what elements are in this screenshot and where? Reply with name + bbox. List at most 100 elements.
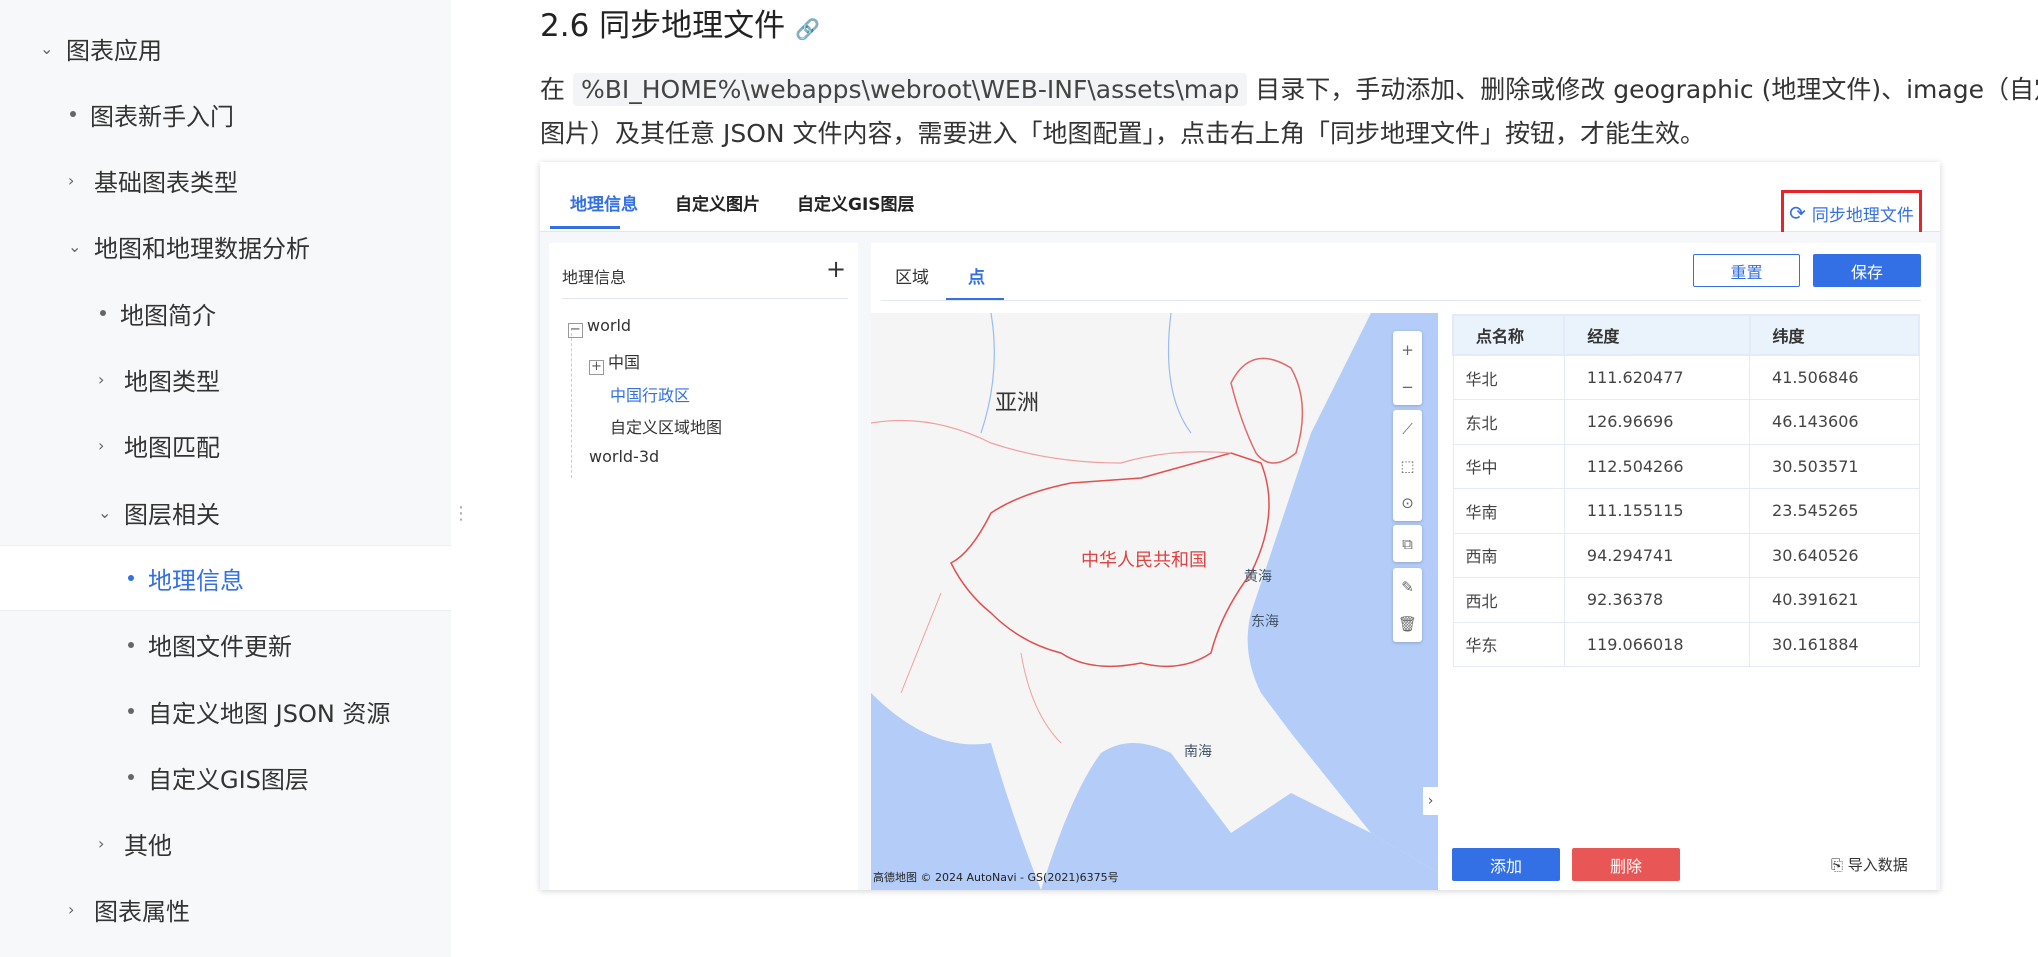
sidebar-item[interactable]: ⌄ 图表应用 <box>0 15 451 81</box>
zoom-in-icon[interactable]: + <box>1401 331 1414 368</box>
sidebar-item-label: 地图类型 <box>124 368 220 396</box>
sidebar-item[interactable]: 地图简介 <box>0 280 451 346</box>
sidebar-item[interactable]: 自定义GIS图层 <box>0 744 451 810</box>
table-row[interactable]: 华南 111.155115 23.545265 <box>1452 488 1920 534</box>
tree-node-china[interactable]: + 中国 <box>589 349 640 375</box>
table-cell[interactable]: 华中 <box>1452 443 1565 489</box>
table-cell[interactable]: 40.391621 <box>1749 577 1920 623</box>
tab-geo-info[interactable]: 地理信息 <box>570 190 638 215</box>
tree-node-world-3d[interactable]: world-3d <box>589 447 659 466</box>
sidebar-item-label: 地图匹配 <box>124 434 220 463</box>
sidebar-item[interactable]: › 地图匹配 <box>0 413 451 479</box>
map-view[interactable]: 亚洲 中华人民共和国 黄海 东海 南海 + − ⟋ ⬚ ⊙ ⧉ ✎ 🗑 › 高德地图 ©… <box>871 313 1438 890</box>
table-cell[interactable]: 30.161884 <box>1749 621 1920 667</box>
sidebar-item[interactable]: › 地图类型 <box>0 347 451 413</box>
copy-icon[interactable]: ⧉ <box>1402 525 1413 562</box>
sidebar-item-label: 自定义地图 JSON 资源 <box>148 699 391 728</box>
link-icon[interactable]: 🔗 <box>795 17 820 41</box>
edit-icon[interactable]: ✎ <box>1401 568 1414 605</box>
sync-geo-files-button[interactable]: ⟳ 同步地理文件 <box>1781 190 1922 236</box>
add-button[interactable]: 添加 <box>1452 848 1560 881</box>
sidebar-item[interactable]: ⌄ 图层相关 <box>0 479 451 545</box>
import-data-button[interactable]: ⎘ 导入数据 <box>1831 854 1908 875</box>
point-editor-panel: 区域 点 重置 保存 亚洲 中华人民共和国 黄海 东海 南海 + − ⟋ ⬚ ⊙… <box>871 243 1936 890</box>
sidebar-item[interactable]: › 基础图表类型 <box>0 148 451 214</box>
sidebar-item-label: 地理信息 <box>148 566 244 595</box>
delete-button[interactable]: 删除 <box>1572 848 1680 881</box>
table-cell[interactable]: 华南 <box>1452 488 1565 534</box>
draw-rect-icon[interactable]: ⬚ <box>1400 447 1414 484</box>
sidebar-item[interactable]: 自定义地图 JSON 资源 <box>0 678 451 744</box>
table-cell[interactable]: 94.294741 <box>1563 532 1751 578</box>
table-row[interactable]: 华中 112.504266 30.503571 <box>1452 443 1920 489</box>
table-cell[interactable]: 112.504266 <box>1563 443 1751 489</box>
table-cell[interactable]: 23.545265 <box>1749 488 1920 534</box>
tab-indicator <box>550 226 620 229</box>
table-cell[interactable]: 119.066018 <box>1563 621 1751 667</box>
table-row[interactable]: 东北 126.96696 46.143606 <box>1452 399 1920 445</box>
table-cell[interactable]: 111.155115 <box>1563 488 1751 534</box>
chevron-right-icon: › <box>98 436 105 456</box>
table-cell[interactable]: 111.620477 <box>1563 354 1751 400</box>
reset-button[interactable]: 重置 <box>1693 254 1800 287</box>
chevron-down-icon: ⌄ <box>98 502 112 522</box>
bullet-icon <box>128 774 134 781</box>
collapse-panel-icon[interactable]: › <box>1423 787 1438 815</box>
divider <box>881 300 1921 301</box>
column-header: 纬度 <box>1748 314 1921 356</box>
chevron-right-icon: › <box>68 900 75 920</box>
collapse-icon[interactable]: − <box>568 323 583 338</box>
table-cell[interactable]: 46.143606 <box>1749 399 1920 445</box>
refresh-icon: ⟳ <box>1789 201 1806 225</box>
tab-custom-gis[interactable]: 自定义GIS图层 <box>797 190 915 215</box>
add-icon[interactable]: + <box>826 255 846 283</box>
table-row[interactable]: 西北 92.36378 40.391621 <box>1452 577 1920 623</box>
sidebar-item-label: 地图文件更新 <box>148 633 292 662</box>
paragraph-line-1: 在 %BI_HOME%\webapps\webroot\WEB-INF\asse… <box>540 73 2038 106</box>
sidebar-item[interactable]: › 其他 <box>0 811 451 877</box>
expand-icon[interactable]: + <box>589 360 604 375</box>
table-cell[interactable]: 41.506846 <box>1749 354 1920 400</box>
table-row[interactable]: 西南 94.294741 30.640526 <box>1452 532 1920 578</box>
geo-info-panel: 地理信息 + − world + 中国 中国行政区 自定义区域地图 world-3d <box>549 243 858 890</box>
table-row[interactable]: 华东 119.066018 30.161884 <box>1452 621 1920 667</box>
tree-node-china-admin[interactable]: 中国行政区 <box>610 382 690 406</box>
table-cell[interactable]: 30.640526 <box>1749 532 1920 578</box>
draw-line-icon[interactable]: ⟋ <box>1402 410 1413 447</box>
table-cell[interactable]: 华东 <box>1452 621 1565 667</box>
sidebar-item-label: 图表属性 <box>94 898 190 927</box>
sidebar-item-label: 图表应用 <box>66 36 162 65</box>
chevron-down-icon: ⌄ <box>68 237 82 257</box>
sidebar-item[interactable]: ⌄ 地图和地理数据分析 <box>0 214 451 280</box>
table-cell[interactable]: 126.96696 <box>1563 399 1751 445</box>
sidebar-resize-handle[interactable]: ⋮ <box>452 505 470 523</box>
tab-custom-image[interactable]: 自定义图片 <box>675 190 760 215</box>
save-button[interactable]: 保存 <box>1813 254 1921 287</box>
copy-tool: ⧉ <box>1393 525 1422 562</box>
map-label-yellow-sea: 黄海 <box>1244 569 1272 585</box>
column-header: 经度 <box>1563 314 1751 356</box>
map-canvas <box>871 313 1438 890</box>
inline-code-path: %BI_HOME%\webapps\webroot\WEB-INF\assets… <box>572 73 1248 106</box>
draw-circle-icon[interactable]: ⊙ <box>1401 484 1414 521</box>
tree-node-world[interactable]: − world <box>568 316 631 338</box>
bullet-icon <box>70 111 76 118</box>
divider <box>562 298 848 299</box>
zoom-out-icon[interactable]: − <box>1401 368 1414 405</box>
sidebar-item[interactable]: 图表新手入门 <box>0 81 451 147</box>
subtab-region[interactable]: 区域 <box>895 263 929 288</box>
subtab-point[interactable]: 点 <box>968 263 985 288</box>
table-row[interactable]: 华北 111.620477 41.506846 <box>1452 354 1920 400</box>
table-cell[interactable]: 西南 <box>1452 532 1565 578</box>
table-cell[interactable]: 华北 <box>1452 354 1565 400</box>
sidebar-item[interactable]: 地图文件更新 <box>0 612 451 678</box>
table-cell[interactable]: 西北 <box>1452 577 1565 623</box>
tree-node-custom-region[interactable]: 自定义区域地图 <box>610 414 722 438</box>
sidebar-item[interactable]: › 图表属性 <box>0 877 451 943</box>
table-cell[interactable]: 30.503571 <box>1749 443 1920 489</box>
table-cell[interactable]: 东北 <box>1452 399 1565 445</box>
sidebar-item[interactable]: 地理信息 <box>0 545 451 612</box>
table-cell[interactable]: 92.36378 <box>1563 577 1751 623</box>
bullet-icon <box>128 708 134 714</box>
trash-icon[interactable]: 🗑 <box>1398 605 1417 642</box>
